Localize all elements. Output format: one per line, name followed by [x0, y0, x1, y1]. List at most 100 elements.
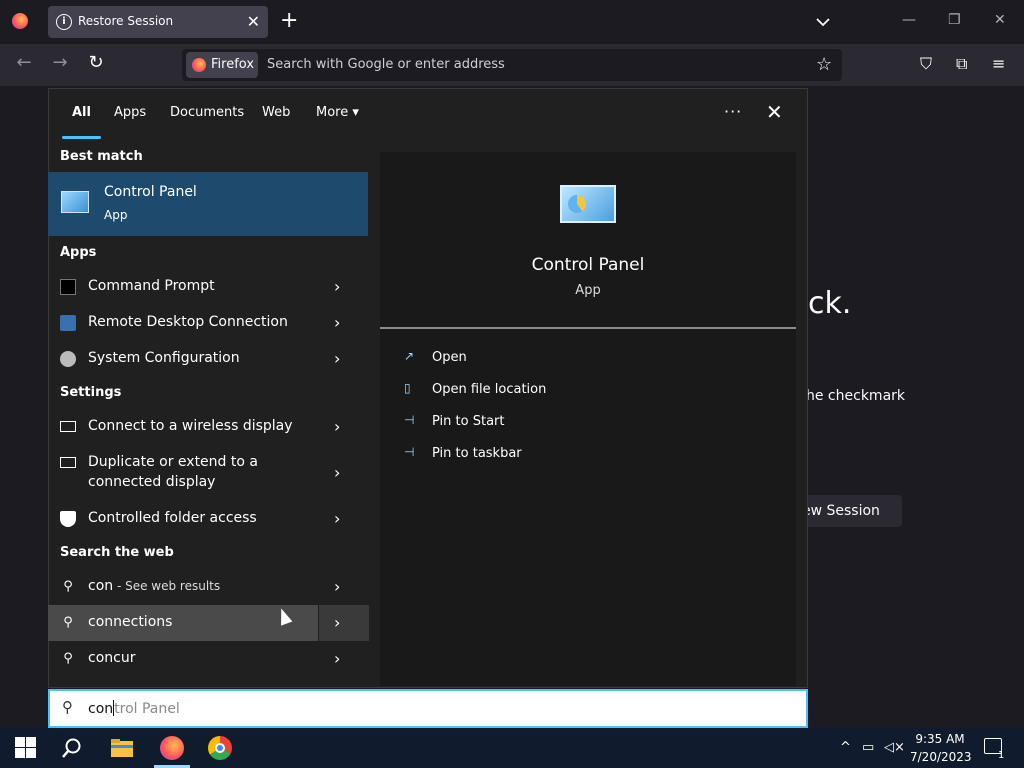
minimize-button[interactable]: —	[902, 12, 916, 28]
result-label-line2: connected display	[88, 474, 216, 490]
shield-icon	[60, 511, 76, 527]
search-icon: ⚲	[63, 579, 73, 594]
tray-overflow-chevron-icon[interactable]: ^	[840, 740, 851, 755]
start-new-session-button[interactable]: ew Session	[796, 495, 902, 527]
close-search-icon[interactable]: ✕	[766, 100, 783, 124]
result-command-prompt[interactable]: Command Prompt ›	[48, 269, 370, 305]
firefox-taskbar-icon[interactable]	[160, 736, 184, 760]
result-label: Command Prompt	[88, 278, 215, 294]
search-query[interactable]: control Panel	[88, 700, 180, 717]
system-configuration-icon	[60, 351, 76, 367]
preview-title: Control Panel	[531, 255, 645, 275]
clock-time[interactable]: 9:35 AM	[912, 732, 968, 746]
monitor-icon	[60, 457, 76, 468]
file-icon: ▯	[404, 381, 411, 395]
page-heading: ck.	[808, 286, 852, 321]
tab-restore-session[interactable]: i Restore Session ✕	[48, 6, 268, 38]
chevron-right-icon[interactable]: ›	[334, 417, 340, 436]
file-explorer-icon[interactable]	[110, 736, 134, 760]
tab-title: Restore Session	[78, 14, 174, 28]
pocket-icon[interactable]: ⛉	[920, 54, 932, 74]
firefox-identity-chip[interactable]: Firefox	[186, 52, 258, 78]
preview-subtitle: App	[575, 283, 601, 298]
search-web-header: Search the web	[60, 545, 174, 560]
restore-button[interactable]: ❐	[948, 12, 961, 28]
result-controlled-folder-access[interactable]: Controlled folder access ›	[48, 501, 370, 537]
search-icon: ⚲	[62, 698, 73, 716]
control-panel-icon	[560, 185, 616, 223]
close-window-button[interactable]: ✕	[994, 12, 1006, 28]
open-icon: ↗	[404, 349, 415, 363]
best-match-title: Control Panel	[104, 184, 197, 200]
chevron-right-icon[interactable]: ›	[334, 509, 340, 528]
action-label: Pin to Start	[432, 414, 505, 429]
reload-button[interactable]: ↻	[84, 52, 108, 73]
tab-apps[interactable]: Apps	[114, 105, 146, 120]
more-options-icon[interactable]: ···	[724, 102, 742, 121]
taskbar-search-icon[interactable]	[60, 736, 84, 760]
url-input[interactable]: Search with Google or enter address	[267, 57, 505, 72]
new-tab-button[interactable]: +	[280, 10, 298, 32]
network-icon[interactable]: ▭	[862, 740, 874, 755]
notification-count: 1	[998, 750, 1005, 761]
chevron-right-icon[interactable]: ›	[334, 463, 340, 482]
extensions-icon[interactable]: ⧉	[956, 54, 967, 74]
result-web-concur[interactable]: ⚲ concur ›	[48, 641, 370, 677]
tab-web[interactable]: Web	[262, 105, 290, 120]
back-button[interactable]: ←	[12, 52, 36, 73]
app-menu-icon[interactable]: ≡	[992, 54, 1005, 73]
active-tab-indicator	[62, 136, 101, 139]
bookmark-star-icon[interactable]: ☆	[816, 54, 832, 75]
result-remote-desktop[interactable]: Remote Desktop Connection ›	[48, 305, 370, 341]
info-icon: i	[56, 14, 72, 30]
page-text: he checkmark	[806, 388, 906, 404]
chevron-right-icon[interactable]: ›	[334, 277, 340, 296]
search-icon: ⚲	[63, 651, 73, 666]
windows-start-icon[interactable]	[14, 736, 38, 760]
clock-date[interactable]: 7/20/2023	[910, 750, 972, 764]
remote-desktop-icon	[60, 315, 76, 331]
action-label: Pin to taskbar	[432, 446, 522, 461]
result-label: System Configuration	[88, 350, 240, 366]
monitor-icon	[60, 421, 76, 432]
search-icon: ⚲	[63, 615, 73, 630]
result-label: concur	[88, 650, 136, 666]
result-label: Controlled folder access	[88, 510, 257, 526]
pin-icon: ⊣	[404, 413, 415, 427]
result-label: con - See web results	[88, 578, 221, 594]
result-system-configuration[interactable]: System Configuration ›	[48, 341, 370, 377]
result-web-con[interactable]: ⚲ con - See web results ›	[48, 569, 370, 605]
action-label: Open file location	[432, 382, 547, 397]
pie-chart-icon	[568, 195, 586, 213]
volume-muted-icon[interactable]: ◁×	[884, 740, 905, 755]
chevron-right-icon[interactable]: ›	[334, 613, 340, 632]
chevron-right-icon[interactable]: ›	[334, 313, 340, 332]
chevron-right-icon[interactable]: ›	[334, 349, 340, 368]
chevron-right-icon[interactable]: ›	[334, 649, 340, 668]
apps-header: Apps	[60, 245, 97, 260]
preview-divider	[380, 327, 796, 329]
settings-header: Settings	[60, 385, 122, 400]
best-match-subtitle: App	[104, 208, 128, 222]
result-duplicate-display[interactable]: Duplicate or extend to a connected displ…	[48, 445, 370, 501]
autocomplete-hint: trol Panel	[114, 701, 180, 717]
tab-list-chevron-icon[interactable]	[816, 12, 830, 27]
firefox-logo-icon[interactable]	[12, 13, 28, 29]
control-panel-icon	[61, 191, 89, 213]
chrome-center-icon	[215, 743, 225, 753]
tab-close-icon[interactable]: ✕	[247, 12, 260, 31]
web-results-suffix: - See web results	[113, 579, 221, 593]
forward-button[interactable]: →	[48, 52, 72, 73]
result-web-connections[interactable]: ⚲ connections ›	[48, 605, 370, 641]
firefox-chip-label: Firefox	[211, 57, 255, 72]
best-match-control-panel[interactable]: Control Panel App	[48, 172, 368, 236]
result-label: Connect to a wireless display	[88, 418, 293, 434]
tab-all[interactable]: All	[72, 105, 91, 120]
tab-documents[interactable]: Documents	[170, 105, 244, 120]
tab-more[interactable]: More ▾	[316, 105, 359, 120]
chrome-taskbar-icon[interactable]	[208, 736, 232, 760]
result-connect-wireless-display[interactable]: Connect to a wireless display ›	[48, 409, 370, 445]
chevron-right-icon[interactable]: ›	[334, 577, 340, 596]
result-label: connections	[88, 614, 173, 630]
best-match-header: Best match	[60, 149, 143, 164]
